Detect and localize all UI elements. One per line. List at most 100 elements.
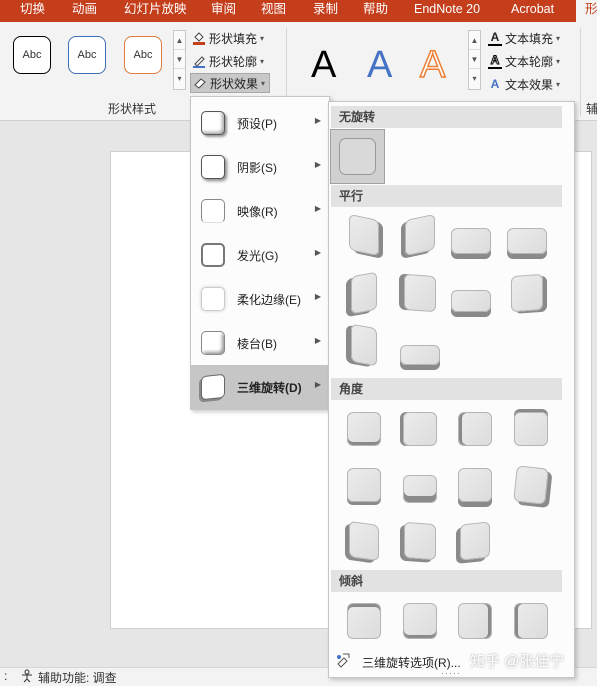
tab-acrobat[interactable]: Acrobat [511, 0, 554, 22]
tab-shape-format[interactable]: 形 [576, 0, 597, 22]
tab-slideshow[interactable]: 幻灯片放映 [124, 0, 187, 22]
oblique-rotation-option[interactable] [399, 600, 441, 642]
wordart-style-preset[interactable]: A [367, 44, 392, 87]
shape-outline-button[interactable]: 形状轮廓 ▾ [192, 51, 264, 71]
oblique-rotation-option[interactable] [343, 600, 385, 642]
perspective-rotation-option[interactable] [343, 520, 385, 562]
perspective-rotation-option[interactable] [399, 520, 441, 562]
tab-help[interactable]: 帮助 [363, 0, 388, 22]
rotation-preview-icon [514, 603, 548, 639]
wordart-style-preset[interactable]: A [419, 43, 446, 87]
parallel-rotation-option[interactable] [450, 280, 492, 322]
accessibility-icon[interactable] [20, 669, 34, 686]
rotation-preview-icon [349, 213, 379, 257]
status-divider-icon: : [4, 669, 8, 683]
bevel-icon [201, 331, 225, 355]
shape-style-preset[interactable]: Abc [124, 36, 162, 74]
section-header-parallel: 平行 [331, 185, 562, 207]
parallel-rotation-option[interactable] [506, 220, 548, 262]
perspective-rotation-option[interactable] [454, 464, 496, 506]
perspective-rotation-option[interactable] [343, 408, 385, 450]
oblique-rotation-option[interactable] [510, 600, 552, 642]
tab-review[interactable]: 审阅 [211, 0, 236, 22]
parallel-rotation-option[interactable] [399, 213, 441, 257]
chevron-down-icon: ▾ [556, 33, 561, 43]
perspective-rotation-option[interactable] [454, 408, 496, 450]
perspective-rotation-option[interactable] [510, 408, 552, 450]
scroll-up-icon[interactable]: ▲ [174, 31, 185, 51]
wordart-style-preset[interactable]: A [311, 44, 336, 87]
parallel-rotation-option[interactable] [450, 220, 492, 262]
rotation-preview-icon [351, 271, 377, 315]
chevron-right-icon: ▶ [314, 292, 321, 301]
group-divider [580, 28, 581, 116]
shape-effects-button[interactable]: 形状效果 ▾ [190, 73, 271, 93]
menu-item-shadow[interactable]: 阴影(S) ▶ [191, 145, 329, 189]
menu-item-3d-rotation[interactable]: 三维旋转(D) ▶ [191, 365, 329, 409]
tab-animations[interactable]: 动画 [72, 0, 97, 22]
menu-item-bevel[interactable]: 棱台(B) ▶ [191, 321, 329, 365]
rotation-preview-icon [460, 521, 490, 561]
soft-edges-icon [201, 287, 225, 311]
preset-icon [201, 111, 225, 135]
shape-fill-button[interactable]: 形状填充 ▾ [192, 28, 264, 48]
no-rotation-option[interactable] [330, 129, 385, 184]
scroll-down-icon[interactable]: ▼ [469, 50, 480, 70]
rotation-preview-icon [405, 213, 435, 257]
shape-style-preset[interactable]: Abc [68, 36, 106, 74]
shape-styles-group-label: 形状样式 [108, 102, 157, 116]
menu-item-reflection[interactable]: 映像(R) ▶ [191, 189, 329, 233]
perspective-rotation-option[interactable] [510, 464, 552, 506]
parallel-rotation-option[interactable] [399, 272, 441, 314]
parallel-rotation-option[interactable] [343, 271, 385, 315]
oblique-rotation-option[interactable] [454, 600, 496, 642]
perspective-rotation-option[interactable] [343, 464, 385, 506]
tab-transitions[interactable]: 切换 [20, 0, 45, 22]
menu-item-soft-edges[interactable]: 柔化边缘(E) ▶ [191, 277, 329, 321]
chevron-down-icon: ▾ [556, 79, 561, 89]
parallel-rotation-option[interactable] [343, 213, 385, 257]
parallel-rotation-option[interactable] [506, 272, 548, 314]
perspective-rotation-option[interactable] [399, 468, 441, 510]
rotation-preview-icon [403, 475, 437, 503]
rotation-preview-icon [514, 412, 548, 446]
rotation-preview-icon [347, 412, 381, 446]
3d-rotation-submenu: 无旋转 平行 角度 倾斜 三维旋转选项(R)... ····· [328, 101, 575, 678]
text-fill-button[interactable]: A 文本填充 ▾ [488, 28, 560, 48]
text-effects-button[interactable]: A 文本效果 ▾ [488, 74, 560, 94]
perspective-rotation-option[interactable] [399, 408, 441, 450]
menu-item-preset[interactable]: 预设(P) ▶ [191, 101, 329, 145]
chevron-down-icon: ▾ [260, 33, 265, 43]
gallery-more-icon[interactable]: ▾ [174, 69, 185, 88]
chevron-right-icon: ▶ [314, 204, 321, 213]
tab-endnote[interactable]: EndNote 20 [414, 0, 480, 22]
scroll-down-icon[interactable]: ▼ [174, 50, 185, 70]
chevron-right-icon: ▶ [314, 248, 321, 257]
resize-grip-icon[interactable]: ····· [441, 668, 461, 678]
menu-item-glow[interactable]: 发光(G) ▶ [191, 233, 329, 277]
section-header-perspective: 角度 [331, 378, 562, 400]
text-outline-button[interactable]: A 文本轮廓 ▾ [488, 51, 560, 71]
3d-rotation-icon [201, 373, 225, 401]
chevron-down-icon: ▾ [260, 56, 265, 66]
section-header-oblique: 倾斜 [331, 570, 562, 592]
text-effects-icon: A [490, 77, 500, 91]
wordart-gallery-scroll[interactable]: ▲ ▼ ▾ [468, 30, 481, 90]
shape-style-preset[interactable]: Abc [13, 36, 51, 74]
shape-style-gallery-scroll[interactable]: ▲ ▼ ▾ [173, 30, 186, 90]
accessibility-group-label: 辅 [586, 102, 597, 116]
accessibility-status[interactable]: 辅助功能: 调查 [38, 669, 117, 686]
gallery-more-icon[interactable]: ▾ [469, 69, 480, 88]
rotation-preview-icon [451, 228, 491, 254]
tab-record[interactable]: 录制 [313, 0, 338, 22]
tab-view[interactable]: 视图 [261, 0, 286, 22]
shape-effects-menu: 预设(P) ▶ 阴影(S) ▶ 映像(R) ▶ 发光(G) ▶ 柔化边缘(E) … [190, 96, 330, 410]
scroll-up-icon[interactable]: ▲ [469, 31, 480, 51]
perspective-rotation-option[interactable] [454, 520, 496, 562]
parallel-rotation-option[interactable] [343, 323, 385, 367]
text-fill-icon: A [488, 30, 502, 46]
pen-icon [192, 54, 206, 68]
rotation-preview-icon [507, 228, 547, 254]
ribbon-tab-bar: 切换 动画 幻灯片放映 审阅 视图 录制 帮助 EndNote 20 Acrob… [0, 0, 597, 22]
parallel-rotation-option[interactable] [399, 334, 441, 376]
